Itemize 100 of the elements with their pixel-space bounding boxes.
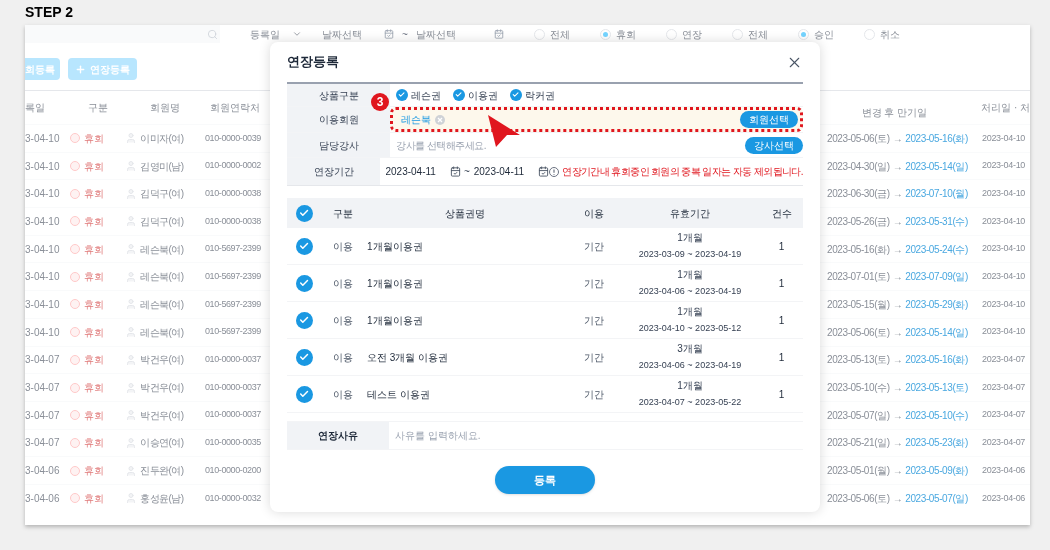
radio-button[interactable] [731, 28, 743, 40]
date-cell-text: 3-04-10 [25, 159, 61, 174]
radio-label: 취소 [879, 27, 900, 42]
calendar-icon[interactable] [538, 166, 550, 177]
processed-date: 2023-04-10 [982, 297, 1027, 311]
avatar-icon [125, 492, 137, 505]
duration-text: 1개월 [677, 379, 703, 394]
check-icon [299, 388, 310, 400]
phone-cell-text: 010-0000-0039 [205, 131, 262, 145]
phone-cell-text: 010-0000-0035 [205, 436, 262, 450]
date-cell-text: 3-04-06 [25, 464, 61, 479]
checkbox[interactable] [396, 89, 408, 101]
checkbox[interactable] [296, 311, 313, 329]
phone-cell-text: 010-5697-2399 [205, 325, 262, 339]
date-cell-text: 3-04-07 [25, 353, 61, 368]
avatar-icon [125, 132, 137, 145]
column-header: 구분 [86, 101, 109, 115]
select-instructor-button[interactable]: 강사선택 [745, 136, 803, 154]
duration-text: 1개월 [677, 305, 703, 320]
date-cell-text: 3-04-10 [25, 131, 61, 146]
date-type-select[interactable]: 등록일 [250, 26, 302, 42]
radio-button[interactable] [533, 28, 545, 40]
radio-button[interactable] [863, 28, 875, 40]
chevron-down-icon [292, 29, 302, 39]
avatar-icon [125, 409, 137, 422]
phone-cell-text: 010-0000-0002 [205, 159, 262, 173]
status-icon [70, 410, 80, 421]
member-name: 김영미(남) [140, 159, 184, 174]
date-cell-text: 3-04-10 [25, 297, 61, 312]
status-icon [70, 437, 80, 448]
avatar-icon [125, 243, 137, 256]
processed-date: 2023-04-07 [982, 380, 1027, 394]
status-label: 휴회 [84, 242, 104, 257]
instructor-field[interactable]: 강사를 선택해주세요. [396, 137, 596, 153]
status-icon [70, 133, 80, 144]
radio-button[interactable] [665, 28, 677, 40]
checkbox-label: 이용권 [468, 88, 498, 103]
status-label: 휴회 [84, 159, 104, 174]
calendar-icon[interactable] [449, 166, 461, 177]
status-label: 휴회 [84, 491, 104, 506]
radio-button[interactable] [797, 28, 809, 40]
form-label: 담당강사 [287, 133, 390, 157]
remove-icon[interactable] [435, 114, 445, 125]
select-member-button[interactable]: 회원선택 [740, 111, 798, 128]
status-label: 휴회 [84, 325, 104, 340]
processed-date: 2023-04-07 [982, 408, 1027, 422]
info-icon [549, 166, 560, 177]
range-separator: ~ [402, 27, 408, 42]
table-cell-text: 기간 [582, 313, 605, 328]
member-name: 박건우(여) [140, 408, 184, 423]
status-icon [70, 271, 80, 282]
member-name: 레슨북(여) [140, 242, 184, 257]
expiry-before: 2023-05-16(화) [827, 242, 890, 257]
member-field[interactable]: 레슨북 회원선택 [390, 107, 803, 132]
date-range: 2023-04-06 ~ 2023-04-19 [638, 285, 742, 299]
expiry-before: 2023-05-07(일) [827, 408, 890, 423]
date-field[interactable]: 날짜선택 [415, 26, 456, 42]
product-name: 테스트 이용권 [366, 387, 431, 402]
arrow-text: → [892, 325, 903, 340]
expiry-after: 2023-05-16(화) [905, 131, 968, 146]
arrow-text: → [892, 436, 903, 451]
radio-button[interactable] [599, 28, 611, 40]
date-field[interactable]: 2023-04-11 [473, 164, 525, 179]
phone-cell-text: 010-5697-2399 [205, 242, 262, 256]
checkbox[interactable] [296, 385, 313, 403]
checkbox-label: 락커권 [525, 88, 555, 103]
expiry-after: 2023-05-14(일) [905, 325, 968, 340]
status-label: 휴회 [84, 353, 104, 368]
expiry-before: 2023-05-26(금) [827, 214, 890, 229]
arrow-text: → [892, 381, 903, 396]
date-field[interactable]: 2023-04-11 [385, 164, 436, 179]
expiry-after: 2023-05-31(수) [905, 214, 968, 229]
check-icon [512, 91, 520, 99]
member-name: 진두완(여) [140, 464, 184, 479]
reason-field[interactable]: 사유를 입력하세요. [395, 428, 803, 443]
form-label: 이용회원 [287, 107, 390, 132]
table-cell-text: 이용 [331, 239, 354, 254]
search-field[interactable] [25, 25, 220, 43]
checkbox[interactable] [510, 89, 522, 101]
checkbox[interactable] [296, 274, 313, 292]
checkbox[interactable] [296, 237, 313, 255]
duration-text: 1개월 [677, 268, 703, 283]
checkbox[interactable] [296, 348, 313, 366]
checkbox[interactable] [453, 89, 465, 101]
date-cell-text: 3-04-07 [25, 408, 61, 423]
table-cell-text: 기간 [582, 350, 605, 365]
form-label: 연장기간 [287, 158, 381, 185]
checkbox[interactable] [296, 204, 313, 222]
submit-button[interactable]: 등록 [495, 466, 595, 494]
expiry-after: 2023-05-29(화) [905, 297, 968, 312]
arrow-text: → [892, 270, 903, 285]
phone-cell-text: 010-0000-0037 [205, 353, 262, 367]
table-cell-text: 1 [777, 276, 786, 291]
date-field[interactable]: 날짜선택 [322, 26, 362, 42]
plus-icon [75, 63, 86, 75]
processed-date: 2023-04-06 [982, 491, 1027, 505]
product-name: 1개월이용권 [366, 276, 424, 291]
product-name: 1개월이용권 [366, 239, 424, 254]
processed-date: 2023-04-06 [982, 463, 1027, 477]
date-range: 2023-04-07 ~ 2023-05-22 [638, 396, 742, 410]
